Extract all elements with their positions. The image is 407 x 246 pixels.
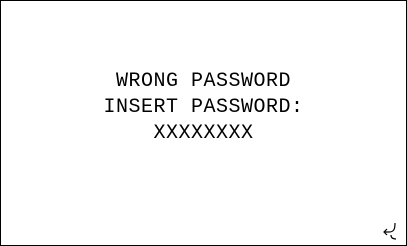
enter-key-icon[interactable] <box>380 221 400 241</box>
masked-password-field[interactable]: XXXXXXXX <box>1 121 406 147</box>
password-prompt: WRONG PASSWORD INSERT PASSWORD: XXXXXXXX <box>1 69 406 147</box>
password-prompt-label: INSERT PASSWORD: <box>103 96 304 119</box>
error-message: WRONG PASSWORD <box>115 70 292 93</box>
terminal-screen: WRONG PASSWORD INSERT PASSWORD: XXXXXXXX <box>0 0 407 246</box>
